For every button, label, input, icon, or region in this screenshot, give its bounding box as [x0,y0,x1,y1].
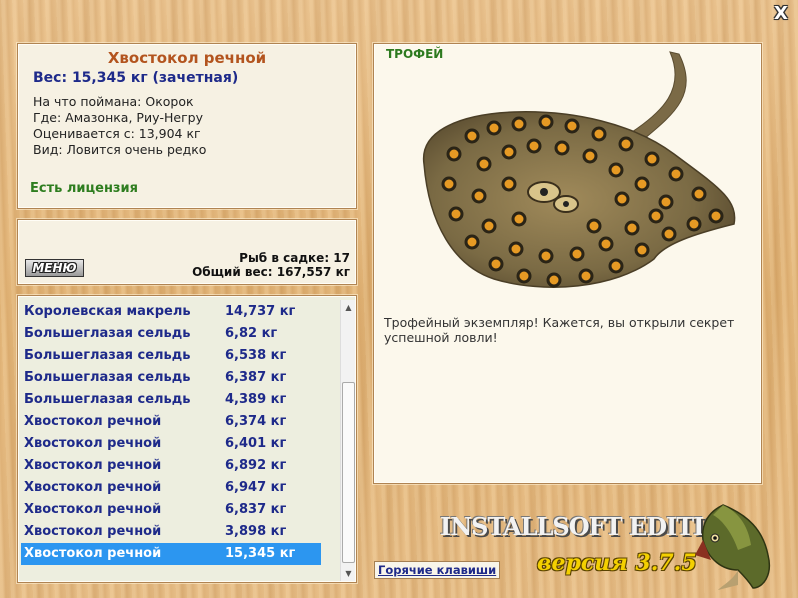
menu-button[interactable]: МЕНЮ [25,259,84,277]
list-item[interactable]: Хвостокол речной 6,401 кг [21,433,321,455]
catch-fish-weight: 6,401 кг [225,436,287,451]
catch-fish-name: Большеглазая сельдь [24,348,191,363]
catch-fish-weight: 15,345 кг [225,546,296,561]
catch-list[interactable]: Королевская макрель 14,737 кг Большеглазая… [17,295,357,583]
valuation-info: Оценивается с: 13,904 кг [33,126,201,141]
fish-count: Рыб в садке: 17 [239,251,350,265]
catch-fish-weight: 6,387 кг [225,370,287,385]
catch-fish-weight: 6,892 кг [225,458,287,473]
catch-fish-name: Большеглазая сельдь [24,326,191,341]
total-weight: Общий вес: 167,557 кг [192,265,350,279]
list-item[interactable]: Хвостокол речной 6,892 кг [21,455,321,477]
catch-fish-name: Хвостокол речной [24,436,162,451]
catch-fish-weight: 6,374 кг [225,414,287,429]
catch-fish-weight: 6,82 кг [225,326,278,341]
fish-title: Хвостокол речной [107,49,267,67]
scrollbar[interactable]: ▲ ▼ [340,300,355,581]
scrollbar-thumb[interactable] [342,382,355,563]
rarity-info: Вид: Ловится очень редко [33,142,207,157]
catch-fish-name: Хвостокол речной [24,546,162,561]
pike-fish-logo [695,504,770,590]
fish-info-panel: Хвостокол речной Вес: 15,345 кг (зачетна… [17,43,357,209]
catch-fish-weight: 4,389 кг [225,392,287,407]
catch-fish-name: Большеглазая сельдь [24,392,191,407]
catch-fish-name: Большеглазая сельдь [24,370,191,385]
license-status: Есть лицензия [30,181,138,196]
list-item[interactable]: Хвостокол речной 15,345 кг [21,543,321,565]
catch-fish-name: Хвостокол речной [24,458,162,473]
trophy-message: Трофейный экземпляр! Кажется, вы открыли… [384,315,735,345]
keepnet-panel: МЕНЮ Рыб в садке: 17 Общий вес: 167,557 … [17,219,357,285]
catch-fish-name: Хвостокол речной [24,524,162,539]
catch-fish-name: Хвостокол речной [24,414,162,429]
chevron-down-icon[interactable]: ▼ [341,566,356,581]
bait-info: На что поймана: Окорок [33,94,194,109]
hotkeys-button[interactable]: Горячие клавиши [374,561,501,579]
version-label: версия 3.7.5 [537,550,697,576]
list-item[interactable]: Большеглазая сельдь 6,82 кг [21,323,321,345]
catch-fish-name: Хвостокол речной [24,502,162,517]
list-item[interactable]: Большеглазая сельдь 6,387 кг [21,367,321,389]
catch-fish-name: Хвостокол речной [24,480,162,495]
fish-weight: Вес: 15,345 кг (зачетная) [33,70,239,86]
list-item[interactable]: Хвостокол речной 3,898 кг [21,521,321,543]
list-item[interactable]: Большеглазая сельдь 6,538 кг [21,345,321,367]
list-item[interactable]: Большеглазая сельдь 4,389 кг [21,389,321,411]
chevron-up-icon[interactable]: ▲ [341,300,356,315]
list-item[interactable]: Хвостокол речной 6,374 кг [21,411,321,433]
catch-fish-weight: 6,947 кг [225,480,287,495]
trophy-panel: ТРОФЕЙ Трофейный экземпляр! Кажется, вы … [373,43,762,484]
close-button[interactable]: X [772,5,790,23]
catch-fish-weight: 6,837 кг [225,502,287,517]
catch-fish-name: Королевская макрель [24,304,191,319]
catch-fish-weight: 3,898 кг [225,524,287,539]
catch-fish-weight: 14,737 кг [225,304,296,319]
location-info: Где: Амазонка, Риу-Негру [33,110,203,125]
catch-fish-weight: 6,538 кг [225,348,287,363]
list-item[interactable]: Королевская макрель 14,737 кг [21,301,321,323]
list-item[interactable]: Хвостокол речной 6,947 кг [21,477,321,499]
stingray-image [423,51,736,288]
close-icon: X [774,3,788,24]
list-item[interactable]: Хвостокол речной 6,837 кг [21,499,321,521]
